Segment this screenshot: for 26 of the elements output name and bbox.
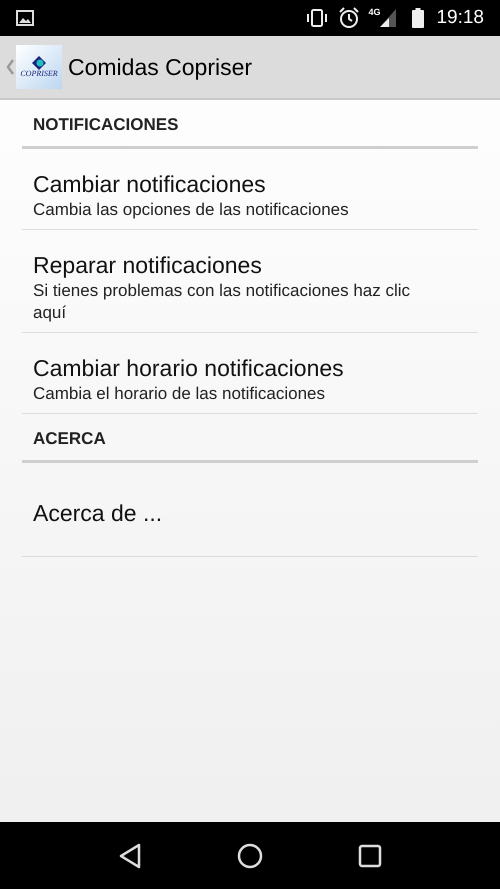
preference-item[interactable]: Cambiar horario notificaciones Cambia el horario de las notificaciones <box>22 333 478 414</box>
preference-summary: Cambia las opciones de las notificaciones <box>33 199 350 221</box>
network-label: 4G <box>368 6 380 19</box>
preference-summary: Cambia el horario de las notificaciones <box>33 383 326 405</box>
battery-icon <box>412 8 424 28</box>
section-header: NOTIFICACIONES <box>33 115 178 134</box>
clock: 19:18 <box>436 6 484 30</box>
preference-item[interactable]: Reparar notificaciones Si tienes problemas con las notificaciones haz clic aquí <box>22 230 478 333</box>
app-logo[interactable]: COPRISER <box>16 45 62 89</box>
preference-item[interactable]: Cambiar notificaciones Cambia las opciones de las notificaciones <box>22 149 478 230</box>
preference-title: Cambiar horario notificaciones <box>33 354 345 383</box>
alarm-icon <box>338 7 360 29</box>
home-icon[interactable] <box>236 842 263 868</box>
signal-icon <box>380 9 396 27</box>
logo-mark-icon <box>32 56 46 70</box>
recents-icon[interactable] <box>358 844 382 868</box>
image-icon <box>16 10 34 26</box>
preference-title: Cambiar notificaciones <box>33 170 267 199</box>
back-icon[interactable] <box>118 842 142 868</box>
preference-summary: Si tienes problemas con las notificaciones haz clic aquí <box>33 280 412 324</box>
app-title: Comidas Copriser <box>68 52 252 82</box>
preference-title: Reparar notificaciones <box>33 251 263 280</box>
preference-item[interactable]: Acerca de ... <box>22 463 478 557</box>
preference-title: Acerca de ... <box>33 499 164 528</box>
section-header: ACERCA <box>33 429 106 448</box>
logo-text: COPRISER <box>20 70 58 78</box>
